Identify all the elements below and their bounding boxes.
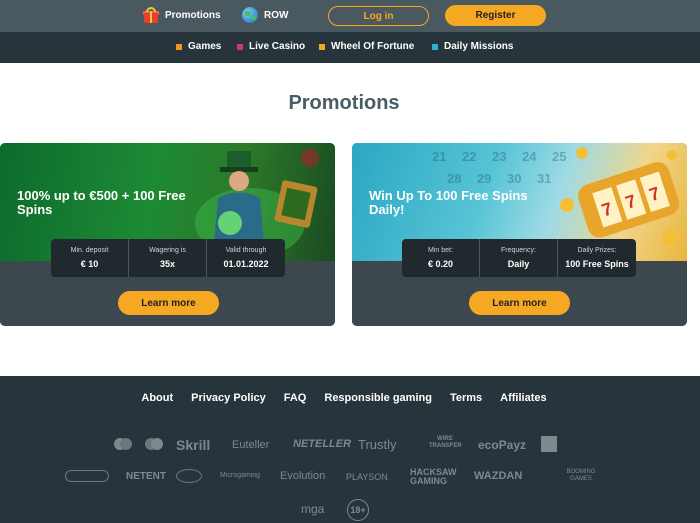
promo-stats: Min. deposit € 10 Wagering is 35x Valid … <box>51 239 285 277</box>
gift-icon <box>143 7 159 23</box>
skrill-logo: Skrill <box>176 437 211 453</box>
promo-stats: Min bet: € 0.20 Frequency: Daily Daily P… <box>402 239 636 277</box>
stat-valid-through: Valid through 01.01.2022 <box>223 247 269 269</box>
mga-logo: mga <box>301 502 325 516</box>
stat-min-bet: Min bet: € 0.20 <box>402 239 480 277</box>
nav-item-label: Games <box>188 41 222 52</box>
login-button[interactable]: Log in <box>328 6 429 26</box>
learn-more-button[interactable]: Learn more <box>118 291 219 315</box>
wheel-bullet-icon <box>319 43 325 50</box>
footer-links: About Privacy Policy FAQ Responsible gam… <box>0 392 688 404</box>
stat-frequency: Frequency: Daily <box>480 239 558 277</box>
nav-item-label: Wheel Of Fortune <box>331 41 415 52</box>
euteller-logo: Euteller <box>232 439 270 451</box>
nav-item-label: Daily Missions <box>444 41 514 52</box>
top-bar: Promotions ROW Log in Register <box>0 0 700 32</box>
nav-item-games[interactable]: Games <box>176 41 221 52</box>
footer-link-affiliates[interactable]: Affiliates <box>500 392 546 404</box>
stat-daily-prizes: Daily Prizes: 100 Free Spins <box>565 247 629 269</box>
missions-bullet-icon <box>432 43 438 50</box>
bank-card-icon <box>541 436 557 452</box>
footer-link-responsible-gaming[interactable]: Responsible gaming <box>324 392 432 404</box>
games-bullet-icon <box>176 43 182 50</box>
page-title: Promotions <box>288 92 400 114</box>
nav-item-wheel-of-fortune[interactable]: Wheel Of Fortune <box>319 41 414 52</box>
main-nav: Games Live Casino Wheel Of Fortune Daily… <box>0 32 700 63</box>
ecopayz-logo: ecoPayz <box>478 438 527 452</box>
microgaming-logo: Microgaming <box>220 472 261 479</box>
globe-icon <box>242 7 258 23</box>
nav-item-live-casino[interactable]: Live Casino <box>237 41 305 52</box>
promo-card-welcome[interactable]: 100% up to €500 + 100 Free Spins Min. de… <box>0 143 335 326</box>
footer-link-terms[interactable]: Terms <box>450 392 482 404</box>
region-selector[interactable]: ROW <box>242 7 288 23</box>
promotions-link[interactable]: Promotions <box>143 7 221 23</box>
wire-transfer-logo: WIRE TRANSFER <box>429 436 462 449</box>
footer: About Privacy Policy FAQ Responsible gam… <box>0 376 700 523</box>
booming-games-logo: BOOMING GAMES <box>566 469 596 482</box>
trustly-logo: Trustly <box>358 437 397 452</box>
pragmatic-play-icon <box>176 469 202 483</box>
nav-item-daily-missions[interactable]: Daily Missions <box>432 41 513 52</box>
region-label: ROW <box>264 9 289 21</box>
promo-title: 100% up to €500 + 100 Free Spins <box>17 188 186 217</box>
live-casino-bullet-icon <box>237 43 243 50</box>
maestro-icon <box>145 438 163 450</box>
footer-link-about[interactable]: About <box>141 392 173 404</box>
neteller-logo: NETELLER <box>293 438 352 450</box>
mastercard-icon <box>114 438 132 450</box>
wazdan-logo: WAZDAN <box>474 470 523 482</box>
playson-logo: PLAYSON <box>346 472 388 482</box>
promotions-label: Promotions <box>165 9 221 21</box>
promo-title: Win Up To 100 Free Spins Daily! <box>369 188 528 217</box>
stat-wagering: Wagering is 35x <box>129 239 207 277</box>
register-button[interactable]: Register <box>445 5 546 26</box>
footer-link-faq[interactable]: FAQ <box>284 392 307 404</box>
nav-item-label: Live Casino <box>249 41 306 52</box>
play-n-go-icon <box>65 470 109 482</box>
learn-more-button[interactable]: Learn more <box>469 291 570 315</box>
footer-link-privacy[interactable]: Privacy Policy <box>191 392 266 404</box>
netent-logo: NETENT <box>126 471 166 482</box>
hacksaw-logo: HACKSAW GAMING <box>410 467 457 486</box>
stat-min-deposit: Min. deposit € 10 <box>51 239 129 277</box>
promo-card-daily-spins[interactable]: 21 22 23 24 25 28 29 30 31 7 7 7 Win Up … <box>352 143 687 326</box>
evolution-logo: Evolution <box>280 470 326 482</box>
age-18-plus-icon: 18+ <box>347 499 369 521</box>
